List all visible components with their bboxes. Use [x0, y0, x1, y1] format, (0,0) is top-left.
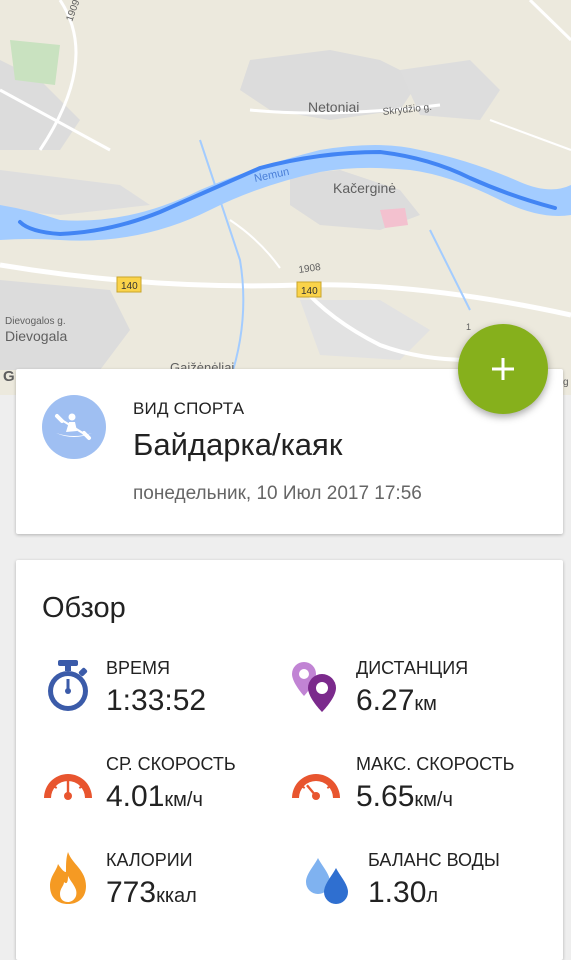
metric-max-speed-value: 5.65км/ч: [356, 780, 453, 813]
sport-type-label: ВИД СПОРТА: [133, 399, 245, 418]
metric-distance-value: 6.27км: [356, 684, 437, 717]
add-button[interactable]: [458, 324, 548, 414]
map-label-kacergine: Kačerginė: [333, 180, 396, 196]
metric-water-label: БАЛАНС ВОДЫ: [368, 850, 500, 870]
stopwatch-icon: [48, 660, 88, 711]
sport-type-name: Байдарка/каяк: [133, 427, 343, 462]
metric-time-label: ВРЕМЯ: [106, 658, 171, 678]
water-drops-icon: [306, 858, 348, 904]
map-road-shield-140: 140: [121, 281, 138, 292]
metric-avg-speed-label: СР. СКОРОСТЬ: [106, 754, 236, 774]
map-label-netoniai: Netoniai: [308, 99, 359, 115]
map-edge-label: 1: [466, 322, 471, 332]
map-label-dievogala: Dievogala: [5, 328, 67, 344]
speedometer-icon: [44, 774, 92, 800]
metric-calories-label: КАЛОРИИ: [106, 850, 193, 870]
map-road-shield-140-b: 140: [301, 286, 318, 297]
metric-water-value: 1.30л: [368, 876, 439, 909]
metric-time-value: 1:33:52: [106, 684, 207, 717]
plus-icon: [492, 358, 514, 380]
metric-distance-label: ДИСТАНЦИЯ: [356, 658, 469, 678]
workout-date: понедельник, 10 Июл 2017 17:56: [133, 483, 422, 504]
kayak-icon: [42, 395, 106, 459]
map-pins-icon: [292, 662, 336, 712]
google-logo: G: [3, 368, 15, 385]
map-label-dievogalos-street: Dievogalos g.: [5, 316, 66, 327]
metric-avg-speed-value: 4.01км/ч: [106, 780, 203, 813]
map-edge-label-g: g: [563, 377, 569, 388]
metric-max-speed-label: МАКС. СКОРОСТЬ: [356, 754, 515, 774]
flame-icon: [50, 852, 86, 904]
overview-title: Обзор: [42, 592, 126, 624]
speedometer-max-icon: [292, 774, 340, 800]
overview-card: Обзор ВРЕМЯ 1:33:52 ДИСТАНЦИЯ 6.27км СР.…: [16, 560, 563, 960]
metric-calories-value: 773ккал: [106, 876, 197, 909]
